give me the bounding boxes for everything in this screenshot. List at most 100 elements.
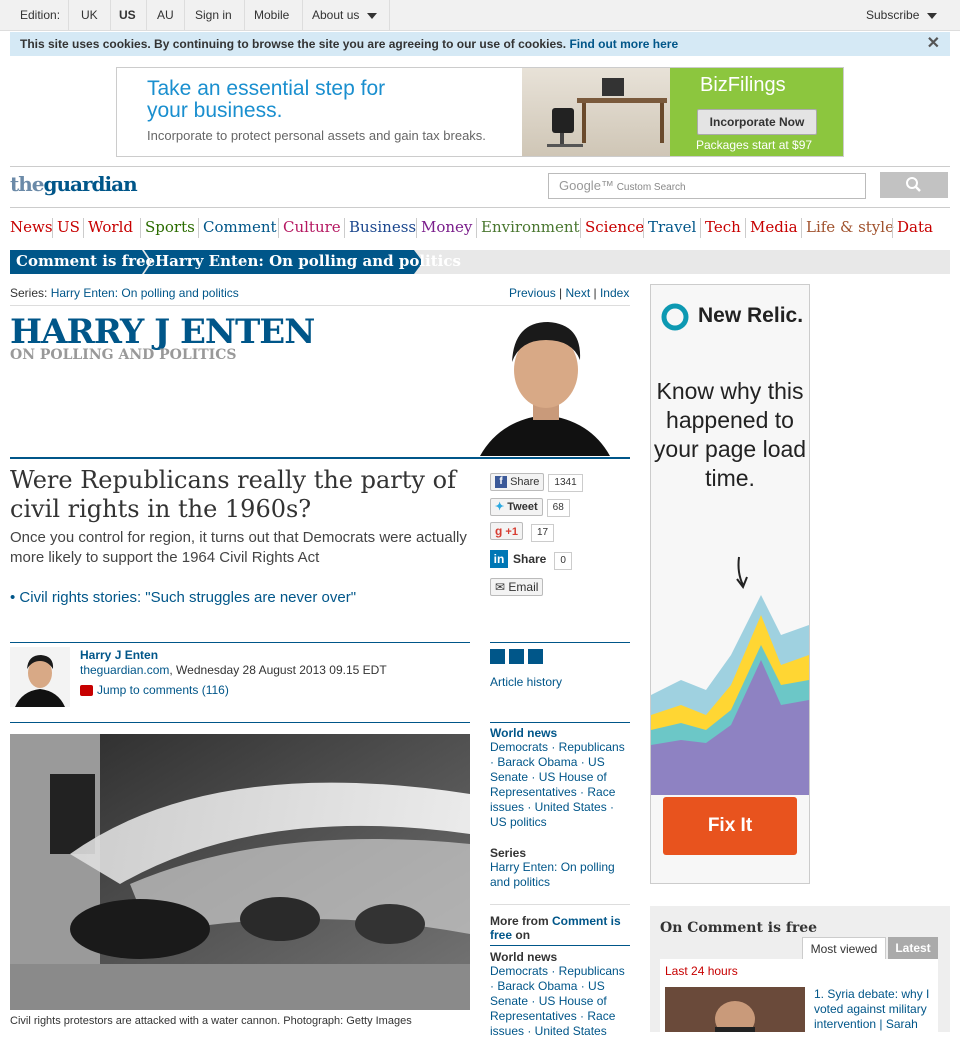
- author-name-link[interactable]: Harry J Enten: [80, 648, 158, 662]
- edition-label: Edition:: [20, 8, 61, 22]
- search-button[interactable]: [880, 172, 948, 198]
- cif-item-thumbnail[interactable]: [665, 987, 805, 1037]
- nav-item-environment[interactable]: Environment: [481, 218, 580, 236]
- index-link[interactable]: Index: [600, 286, 629, 300]
- share-panel: f Share 1341 ✦ Tweet 68 g +1 17 in Share 0 ✉ …: [490, 472, 630, 596]
- more-world-news-heading: World news: [490, 950, 558, 964]
- article-dateline: theguardian.com, Wednesday 28 August 201…: [80, 663, 387, 677]
- nav-divider: [892, 218, 893, 238]
- more-world-news-links[interactable]: Democrats · Republicans · Barack Obama ·…: [490, 964, 630, 1039]
- gplus-count: 17: [530, 524, 555, 542]
- top-advert[interactable]: Take an essential step for your business.…: [116, 67, 844, 157]
- gplus-button[interactable]: g +1: [490, 522, 523, 540]
- google-label: Google™: [559, 178, 614, 193]
- mobile-link[interactable]: Mobile: [254, 0, 289, 30]
- new-relic-logo-icon: [661, 303, 689, 331]
- guardian-logo[interactable]: theguardian: [10, 172, 138, 196]
- world-news-tags: World news Democrats · Republicans · Bar…: [490, 726, 630, 830]
- nav-item-life-style[interactable]: Life & style: [806, 218, 894, 236]
- more-from-heading: More from Comment is free on: [490, 914, 630, 942]
- nav-item-science[interactable]: Science: [585, 218, 644, 236]
- subscribe-label: Subscribe: [866, 8, 920, 22]
- print-icon[interactable]: [490, 649, 505, 664]
- article-history-link[interactable]: Article history: [490, 675, 562, 689]
- chevron-down-icon: [927, 12, 938, 19]
- breadcrumb-section[interactable]: Comment is free: [16, 252, 155, 270]
- edition-uk-link[interactable]: UK: [81, 0, 98, 30]
- next-link[interactable]: Next: [565, 286, 590, 300]
- nav-item-news[interactable]: News: [10, 218, 53, 236]
- breadcrumb-series[interactable]: Harry Enten: On polling and politics: [155, 252, 461, 270]
- series-label: Series:: [10, 286, 48, 300]
- nav-item-comment[interactable]: Comment: [203, 218, 277, 236]
- nav-divider: [643, 218, 644, 238]
- tab-latest[interactable]: Latest: [888, 937, 938, 959]
- logo-guardian: guardian: [43, 172, 138, 196]
- nav-divider: [580, 218, 581, 238]
- nav-item-business[interactable]: Business: [349, 218, 416, 236]
- chevron-down-icon: [367, 12, 378, 19]
- nav-item-us[interactable]: US: [57, 218, 80, 236]
- linkedin-share-button[interactable]: Share: [513, 552, 546, 566]
- source-link[interactable]: theguardian.com: [80, 663, 169, 677]
- nav-divider: [700, 218, 701, 238]
- nav-divider: [140, 218, 141, 238]
- article-headline: Were Republicans really the party of civ…: [10, 466, 456, 523]
- article-photo[interactable]: [10, 734, 470, 1010]
- facebook-icon: f: [495, 476, 507, 489]
- nav-item-media[interactable]: Media: [750, 218, 798, 236]
- twitter-count: 68: [546, 499, 570, 517]
- right-ad-chart: [651, 556, 809, 795]
- nav-item-world[interactable]: World: [88, 218, 133, 236]
- more-from-on: on: [515, 928, 531, 942]
- ad-office-image: [522, 68, 670, 156]
- linkedin-icon: in: [490, 550, 508, 568]
- author-portrait: [480, 322, 610, 456]
- cif-list: Last 24 hours 1. Syria debate: why I vot…: [660, 959, 938, 1037]
- right-advert[interactable]: New Relic. Know why this happened to you…: [650, 284, 810, 884]
- share-icon[interactable]: [509, 649, 524, 664]
- ad-headline-line1: Take an essential step for: [147, 77, 386, 100]
- search-input[interactable]: Google™ Custom Search: [548, 173, 866, 199]
- more-from-label: More from: [490, 914, 549, 928]
- tab-most-viewed[interactable]: Most viewed: [802, 937, 886, 960]
- cookie-banner: This site uses cookies. By continuing to…: [10, 32, 950, 56]
- cif-item-1[interactable]: 1. Syria debate: why I voted against mil…: [814, 987, 936, 1032]
- subscribe-menu[interactable]: Subscribe: [866, 0, 938, 30]
- signin-link[interactable]: Sign in: [195, 0, 232, 30]
- series-tag-link[interactable]: Harry Enten: On polling and politics: [490, 860, 630, 890]
- nav-divider: [745, 218, 746, 238]
- nav-item-money[interactable]: Money: [421, 218, 472, 236]
- nav-item-travel[interactable]: Travel: [648, 218, 696, 236]
- facebook-count: 1341: [548, 474, 583, 492]
- edition-au-link[interactable]: AU: [157, 0, 174, 30]
- jump-to-comments-link[interactable]: Jump to comments (116): [80, 683, 229, 697]
- series-line: Series: Harry Enten: On polling and poli…: [10, 286, 239, 300]
- gplus-icon: g: [495, 524, 503, 538]
- world-news-links[interactable]: Democrats · Republicans · Barack Obama ·…: [490, 740, 630, 830]
- more-world-news-tags: World news Democrats · Republicans · Bar…: [490, 950, 630, 1039]
- ad-packages-text: Packages start at $97: [696, 138, 813, 152]
- close-icon[interactable]: ✕: [927, 32, 940, 56]
- series-link[interactable]: Harry Enten: On polling and politics: [51, 286, 239, 300]
- incorporate-now-button[interactable]: Incorporate Now: [697, 109, 817, 135]
- gplus-label: +1: [505, 526, 518, 538]
- cif-panel-title: On Comment is free: [660, 920, 818, 936]
- email-button[interactable]: ✉ Email: [490, 578, 544, 596]
- nav-item-tech[interactable]: Tech: [705, 218, 741, 236]
- fix-it-button[interactable]: Fix It: [663, 797, 797, 855]
- related-link[interactable]: • Civil rights stories: "Such struggles …: [10, 589, 356, 606]
- twitter-tweet-button[interactable]: ✦ Tweet: [490, 498, 543, 516]
- cookie-text: This site uses cookies. By continuing to…: [20, 37, 567, 51]
- edition-us-link[interactable]: US: [119, 0, 136, 30]
- nav-item-sports[interactable]: Sports: [145, 218, 195, 236]
- nav-item-data[interactable]: Data: [897, 218, 933, 236]
- author-avatar[interactable]: [10, 647, 70, 707]
- water-cannon-photo: [10, 734, 470, 1010]
- clip-icon[interactable]: [528, 649, 543, 664]
- about-us-menu[interactable]: About us: [312, 0, 378, 30]
- nav-item-culture[interactable]: Culture: [283, 218, 341, 236]
- previous-link[interactable]: Previous: [509, 286, 556, 300]
- cookie-more-link[interactable]: Find out more here: [569, 37, 678, 51]
- facebook-share-button[interactable]: f Share: [490, 473, 545, 491]
